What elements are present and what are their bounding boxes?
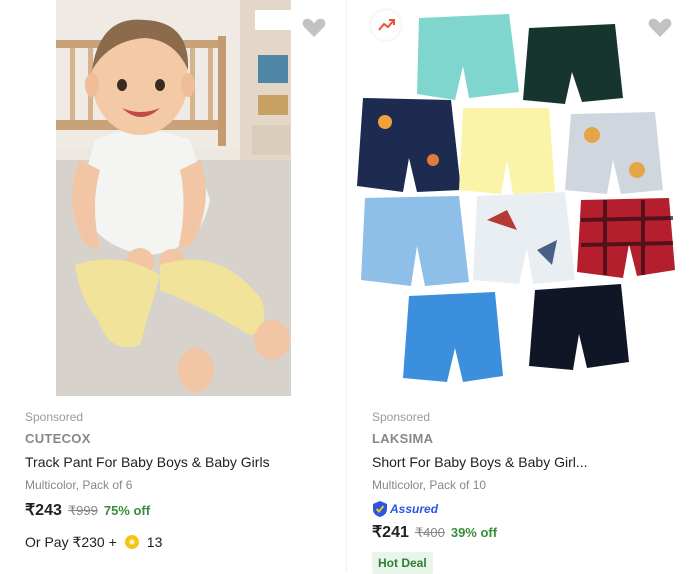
wishlist-heart-icon[interactable]	[300, 14, 328, 42]
assured-label: Assured	[390, 502, 439, 516]
product-card-2[interactable]: Sponsored LAKSIMA Short For Baby Boys & …	[346, 0, 692, 574]
trending-icon	[378, 19, 395, 31]
coin-icon	[124, 535, 139, 549]
discount-label: 75% off	[103, 503, 151, 518]
product-image-1[interactable]	[0, 0, 346, 398]
brand-name: CUTECOX	[25, 431, 91, 446]
product-title[interactable]: Track Pant For Baby Boys & Baby Girls	[25, 452, 335, 472]
assured-shield-icon	[373, 501, 387, 517]
discount-label: 39% off	[450, 525, 498, 540]
original-price: ₹400	[414, 525, 445, 540]
coin-count: 13	[146, 534, 163, 550]
product-title[interactable]: Short For Baby Boys & Baby Girl...	[372, 452, 682, 472]
trending-badge	[371, 10, 401, 40]
product-variant: Multicolor, Pack of 6	[25, 478, 133, 492]
product-variant: Multicolor, Pack of 10	[372, 478, 487, 492]
original-price: ₹999	[67, 503, 98, 518]
selling-price: ₹241	[372, 524, 409, 541]
coin-pay-row: Or Pay ₹230 + 13	[25, 530, 335, 554]
brand-name: LAKSIMA	[372, 431, 434, 446]
pay-text: Or Pay ₹230 +	[25, 533, 117, 550]
assured-badge: Assured	[372, 498, 682, 520]
hot-deal-badge: Hot Deal	[372, 552, 433, 574]
sponsored-label: Sponsored	[25, 410, 84, 424]
product-image-2[interactable]	[347, 0, 692, 398]
sponsored-label: Sponsored	[372, 410, 431, 424]
selling-price: ₹243	[25, 502, 62, 519]
price-row: ₹241 ₹400 39% off	[372, 522, 682, 546]
product-card-1[interactable]: Sponsored CUTECOX Track Pant For Baby Bo…	[0, 0, 346, 572]
wishlist-heart-icon[interactable]	[646, 14, 674, 42]
price-row: ₹243 ₹999 75% off	[25, 500, 335, 524]
